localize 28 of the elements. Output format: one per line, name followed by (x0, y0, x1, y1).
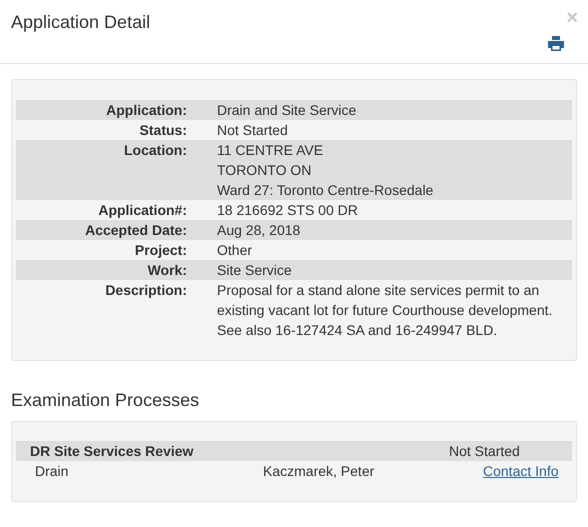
field-value: existing vacant lot for future Courthouse development. (217, 301, 552, 320)
field-label: Status: (138, 121, 187, 140)
dialog-title: Application Detail (11, 11, 150, 33)
field-value: TORONTO ON (217, 161, 312, 180)
field-label: Description: (104, 281, 187, 300)
field-label: Application: (105, 101, 187, 120)
field-value: Proposal for a stand alone site services permit to an (217, 281, 540, 300)
field-value: 18 216692 STS 00 DR (217, 201, 358, 220)
field-value: 11 CENTRE AVE (217, 141, 324, 160)
field-label: Location: (123, 141, 187, 160)
field-value: Other (217, 241, 252, 260)
field-value: See also 16-127424 SA and 16-249947 BLD. (217, 321, 498, 340)
field-label: Accepted Date: (84, 221, 187, 240)
contact-link[interactable]: Contact Info (483, 461, 558, 481)
process-name: DR Site Services Review (30, 442, 194, 461)
section-heading: Examination Processes (11, 389, 200, 411)
field-label: Project: (134, 241, 187, 260)
field-value: Not Started (217, 121, 288, 140)
field-label: Application#: (97, 201, 187, 220)
field-value: Ward 27: Toronto Centre-Rosedale (217, 181, 434, 200)
process-status: Not Started (449, 442, 520, 461)
field-value: Aug 28, 2018 (217, 221, 300, 240)
field-label: Work: (146, 261, 187, 280)
field-value: Drain and Site Service (217, 101, 356, 120)
examiner-name: Kaczmarek, Peter (263, 462, 376, 481)
field-value: Site Service (217, 261, 292, 280)
print-icon[interactable] (548, 36, 564, 51)
task-name: Drain (35, 462, 70, 481)
